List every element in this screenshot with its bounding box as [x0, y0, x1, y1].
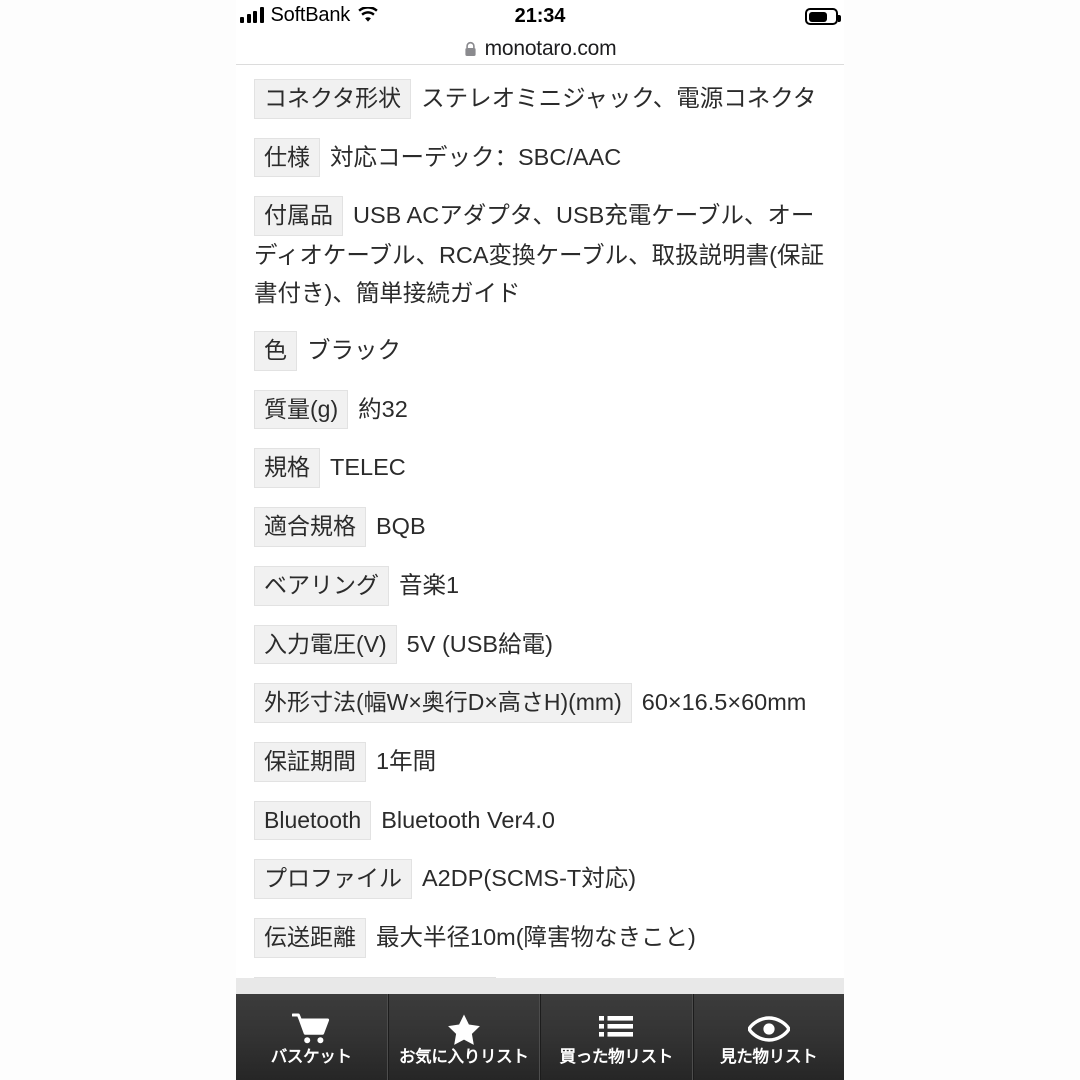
spec-label: 外形寸法(幅W×奥行D×高さH)(mm)	[254, 683, 632, 723]
spec-row: 付属品 USB ACアダプタ、USB充電ケーブル、オーディオケーブル、RCA変換ケ…	[254, 196, 826, 312]
list-icon	[599, 1012, 634, 1046]
spec-row: 適合規格 BQB	[254, 507, 826, 547]
clock-label: 21:34	[514, 5, 566, 27]
bottom-toolbar: バスケット お気に入りリスト 買った物リスト 見た物リスト	[236, 994, 844, 1080]
spec-row: 伝送距離 最大半径10m(障害物なきこと)	[254, 917, 826, 958]
spec-row: 色ブラック	[254, 331, 826, 371]
spec-value: 1年間	[376, 747, 437, 774]
spec-value: 60×16.5×60mm	[641, 689, 807, 716]
spec-label: 仕様	[254, 137, 320, 178]
spec-label: 適合規格	[254, 507, 366, 547]
spec-value: Bluetooth Ver4.0	[381, 806, 555, 833]
spec-row: 規格 TELEC	[254, 448, 826, 489]
spec-label: 質量(g)	[254, 389, 349, 430]
screen: SoftBank 21:34 monotaro.com コネクタ形状 ステレオミ…	[0, 0, 1080, 1080]
spec-value: 最大半径10m(障害物なきこと)	[376, 923, 696, 950]
spec-row: ベアリング 音楽1	[254, 565, 826, 606]
toolbar-divider-strip	[236, 978, 844, 994]
spec-row: 入力電圧(V) 5V (USB給電)	[254, 624, 826, 665]
spec-label: コネクタ形状	[254, 79, 412, 119]
battery-icon	[805, 8, 841, 25]
lock-icon	[464, 41, 477, 57]
toolbar-label: バスケット	[270, 1048, 352, 1067]
status-bar-right	[805, 8, 841, 25]
url-bar[interactable]: monotaro.com	[236, 34, 844, 65]
spec-label: 規格	[254, 448, 320, 489]
spec-row: コネクタ形状 ステレオミニジャック、電源コネクタ	[254, 79, 826, 119]
url-text: monotaro.com	[484, 37, 617, 60]
spec-label: 色	[254, 331, 297, 371]
spec-value: 対応コーデック：SBC/AAC	[330, 143, 622, 170]
spec-label: ベアリング	[254, 565, 389, 606]
spec-value: 音楽1	[399, 571, 460, 598]
spec-row: 仕様 対応コーデック：SBC/AAC	[254, 137, 826, 178]
spec-value: TELEC	[330, 454, 406, 481]
toolbar-button-viewed-list[interactable]: 見た物リスト	[692, 994, 844, 1080]
toolbar-label: 見た物リスト	[720, 1048, 818, 1067]
eye-icon	[747, 1012, 790, 1046]
spec-row: Bluetooth Bluetooth Ver4.0	[254, 800, 826, 841]
spec-label: 保証期間	[254, 741, 366, 782]
toolbar-label: お気に入りリスト	[398, 1048, 529, 1067]
spec-row: プロファイル A2DP(SCMS-T対応)	[254, 859, 826, 899]
toolbar-label: 買った物リスト	[559, 1048, 674, 1067]
status-bar: SoftBank 21:34	[236, 0, 844, 34]
spec-row: 質量(g) 約32	[254, 389, 826, 430]
toolbar-button-purchase-list[interactable]: 買った物リスト	[540, 994, 693, 1080]
spec-value: BQB	[376, 513, 426, 540]
specification-list: コネクタ形状 ステレオミニジャック、電源コネクタ 仕様 対応コーデック：SBC/AA…	[236, 65, 844, 1075]
spec-value: ステレオミニジャック、電源コネクタ	[421, 85, 817, 111]
shopping-cart-icon	[292, 1012, 330, 1046]
spec-value: 5V (USB給電)	[406, 630, 553, 657]
spec-label: 伝送距離	[254, 917, 366, 958]
spec-label: Bluetooth	[254, 800, 372, 841]
spec-label: プロファイル	[254, 859, 412, 899]
spec-label: 入力電圧(V)	[254, 624, 397, 665]
spec-value: ブラック	[307, 337, 401, 364]
spec-value: 約32	[358, 395, 408, 422]
browser-viewport: SoftBank 21:34 monotaro.com コネクタ形状 ステレオミ…	[236, 0, 844, 1080]
star-icon	[447, 1012, 481, 1046]
toolbar-button-basket[interactable]: バスケット	[236, 994, 388, 1080]
spec-value: A2DP(SCMS-T対応)	[422, 865, 637, 892]
spec-row: 保証期間 1年間	[254, 741, 826, 782]
spec-label: 付属品	[254, 196, 343, 237]
toolbar-button-favorites[interactable]: お気に入りリスト	[387, 994, 540, 1080]
spec-row: 外形寸法(幅W×奥行D×高さH)(mm) 60×16.5×60mm	[254, 683, 826, 723]
